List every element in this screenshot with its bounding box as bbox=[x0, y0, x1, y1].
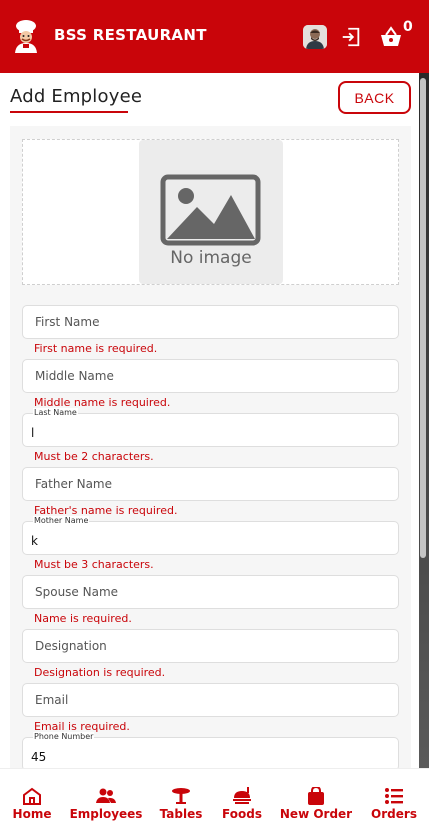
mother-name-error: Must be 3 characters. bbox=[34, 558, 154, 571]
food-icon bbox=[233, 787, 251, 804]
phone-number-label: Phone Number bbox=[33, 732, 95, 741]
image-placeholder[interactable]: No image bbox=[139, 140, 283, 284]
scrollbar-thumb[interactable] bbox=[420, 78, 426, 558]
mother-name-value: k bbox=[31, 534, 38, 548]
email-placeholder: Email bbox=[35, 693, 69, 707]
nav-item-foods[interactable]: Foods bbox=[222, 769, 262, 836]
no-image-text: No image bbox=[170, 248, 252, 268]
middle-name-field[interactable]: Middle Name bbox=[22, 359, 399, 393]
top-app-bar: BSS RESTAURANT 0 bbox=[0, 0, 429, 73]
spouse-name-error: Name is required. bbox=[34, 612, 132, 625]
title-underline bbox=[10, 111, 128, 113]
nav-item-tables[interactable]: Tables bbox=[160, 769, 202, 836]
page-title: Add Employee bbox=[10, 86, 143, 107]
father-name-placeholder: Father Name bbox=[35, 477, 112, 491]
nav-label-foods: Foods bbox=[222, 807, 262, 821]
brand-title: BSS RESTAURANT bbox=[54, 26, 207, 44]
nav-label-employees: Employees bbox=[69, 807, 143, 821]
nav-item-home[interactable]: Home bbox=[12, 769, 52, 836]
user-avatar[interactable] bbox=[303, 25, 327, 49]
mother-name-label: Mother Name bbox=[33, 516, 90, 525]
chef-icon bbox=[15, 20, 37, 53]
home-icon bbox=[23, 787, 41, 805]
phone-number-value: 45 bbox=[31, 750, 47, 764]
table-icon bbox=[172, 788, 190, 804]
nav-label-tables: Tables bbox=[159, 807, 203, 821]
cart-count-badge: 0 bbox=[403, 19, 413, 35]
nav-label-new-order: New Order bbox=[279, 807, 353, 821]
first-name-error: First name is required. bbox=[34, 342, 158, 355]
bottom-navigation: Home Employees Tables Foods New Order Or… bbox=[0, 768, 429, 836]
people-icon bbox=[96, 788, 116, 803]
back-button[interactable]: BACK bbox=[338, 81, 411, 114]
spouse-name-field[interactable]: Spouse Name bbox=[22, 575, 399, 609]
nav-label-home: Home bbox=[12, 807, 52, 821]
designation-placeholder: Designation bbox=[35, 639, 107, 653]
last-name-error: Must be 2 characters. bbox=[34, 450, 154, 463]
basket-icon[interactable] bbox=[379, 25, 403, 49]
first-name-placeholder: First Name bbox=[35, 315, 100, 329]
designation-error: Designation is required. bbox=[34, 666, 166, 679]
first-name-field[interactable]: First Name bbox=[22, 305, 399, 339]
email-field[interactable]: Email bbox=[22, 683, 399, 717]
shopping-bag-icon bbox=[308, 787, 324, 805]
last-name-value: l bbox=[31, 426, 35, 440]
father-name-field[interactable]: Father Name bbox=[22, 467, 399, 501]
nav-item-employees[interactable]: Employees bbox=[70, 769, 142, 836]
nav-item-new-order[interactable]: New Order bbox=[279, 769, 353, 836]
middle-name-placeholder: Middle Name bbox=[35, 369, 114, 383]
last-name-label: Last Name bbox=[33, 408, 78, 417]
logout-icon[interactable] bbox=[340, 26, 362, 48]
last-name-field[interactable]: Last Name l bbox=[22, 408, 399, 447]
nav-label-orders: Orders bbox=[371, 807, 417, 821]
designation-field[interactable]: Designation bbox=[22, 629, 399, 663]
list-icon bbox=[385, 788, 403, 804]
phone-number-field[interactable]: Phone Number 45 bbox=[22, 732, 399, 771]
user-avatar-image bbox=[303, 25, 327, 49]
nav-item-orders[interactable]: Orders bbox=[371, 769, 417, 836]
spouse-name-placeholder: Spouse Name bbox=[35, 585, 119, 599]
mother-name-field[interactable]: Mother Name k bbox=[22, 516, 399, 555]
